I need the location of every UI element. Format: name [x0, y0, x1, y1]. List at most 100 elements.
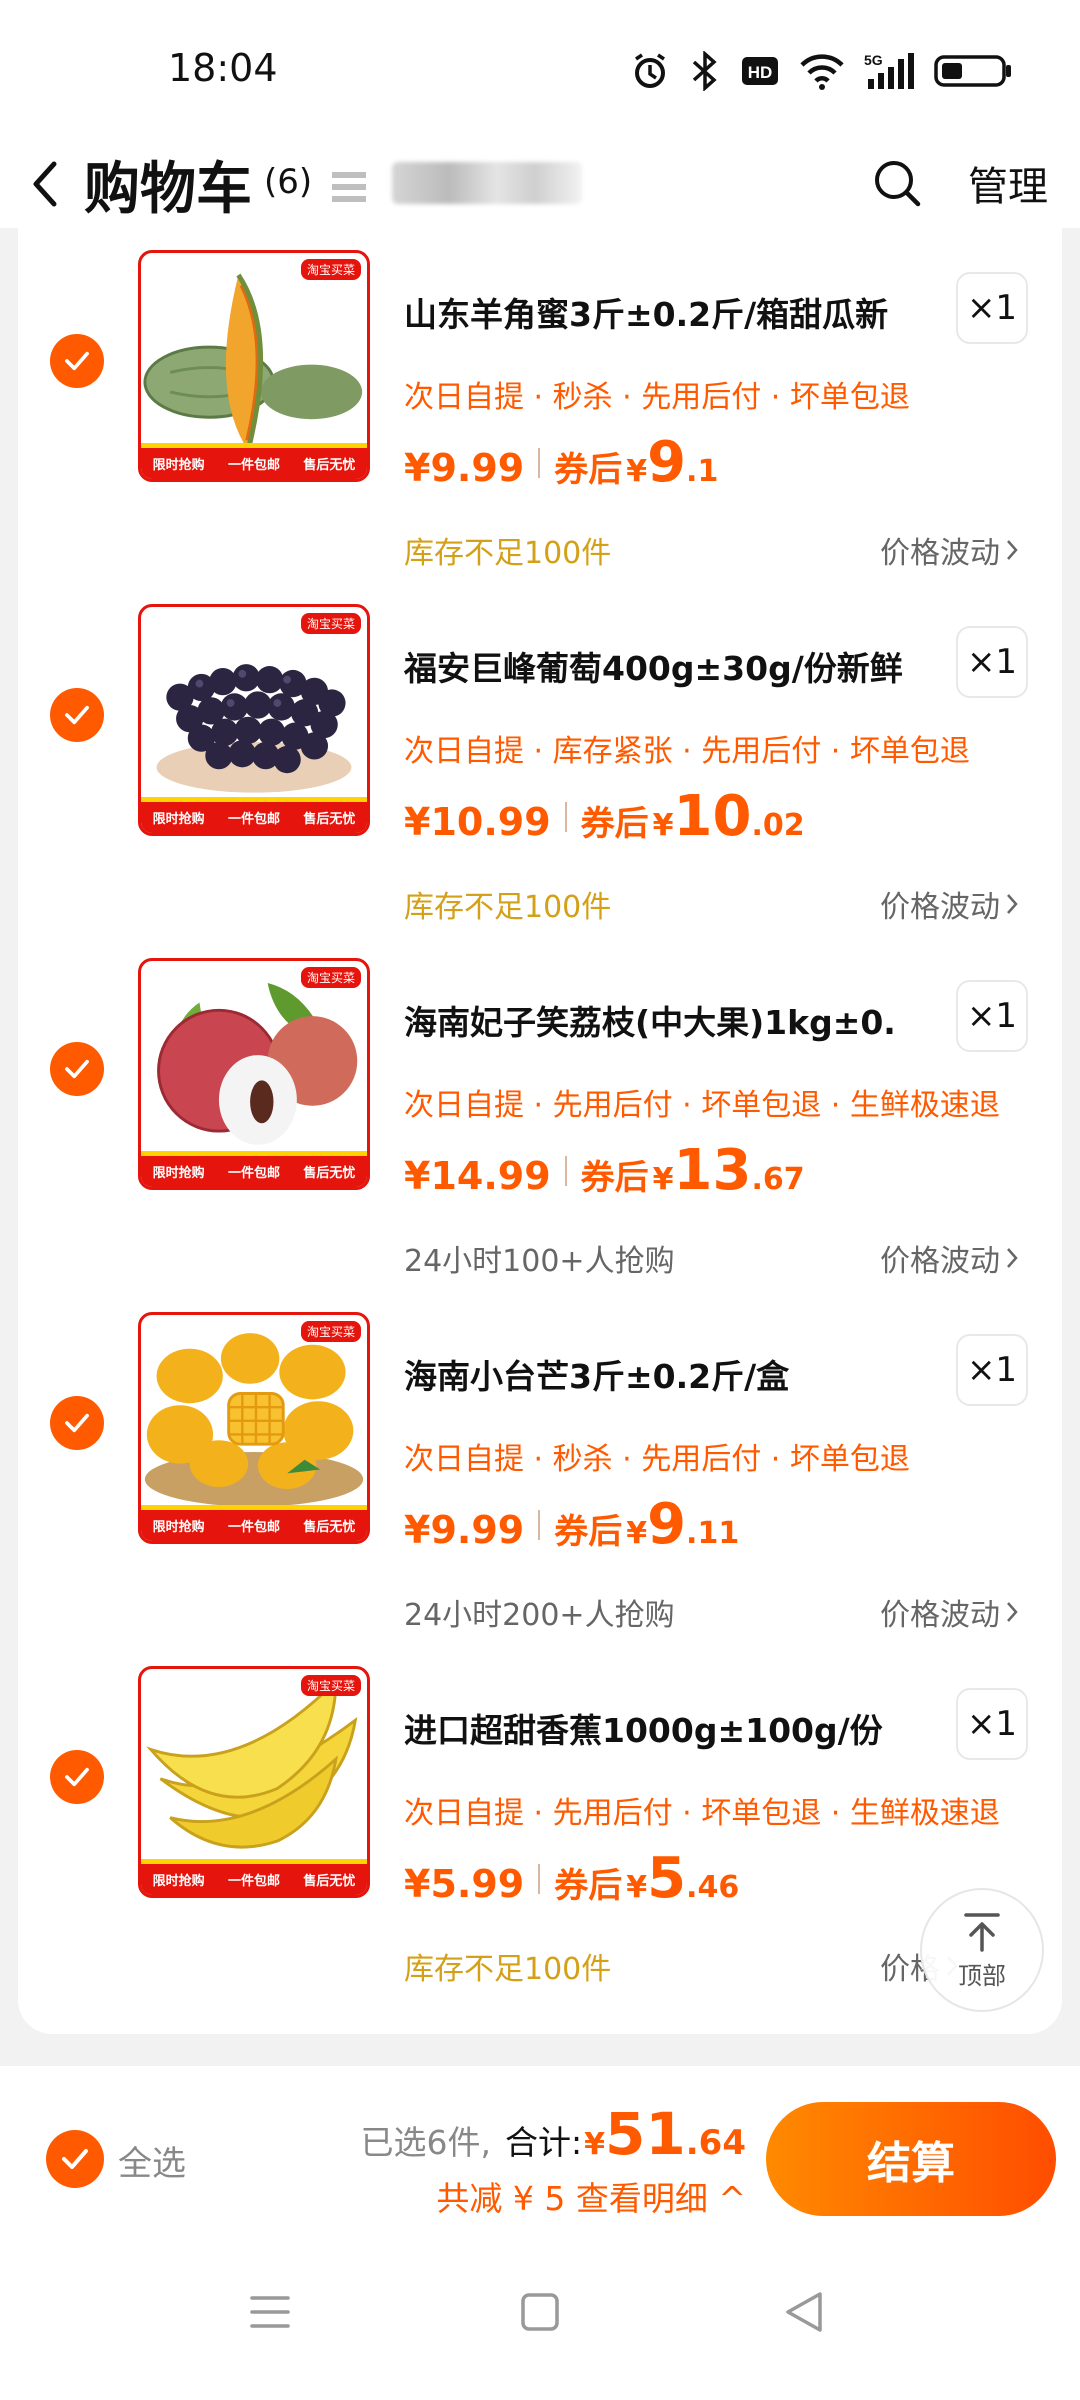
network-text: 5G [864, 52, 883, 68]
quantity-button[interactable]: ×1 [956, 980, 1028, 1052]
cart-item[interactable]: 淘宝买菜 限时抢购 一件包邮 售后无忧 福安巨峰葡萄400g±30g/份新鲜 ×1 次日自提… [18, 600, 1062, 960]
price-row: ¥14.99 券后 ¥13.67 [404, 1138, 805, 1203]
product-image[interactable]: 淘宝买菜 限时抢购 一件包邮 售后无忧 [138, 1312, 370, 1544]
back-button[interactable] [30, 152, 90, 216]
address-icon[interactable] [330, 168, 370, 206]
total-integer: 51 [605, 2100, 686, 2168]
product-image[interactable]: 淘宝买菜 限时抢购 一件包邮 售后无忧 [138, 958, 370, 1190]
coupon-price-decimal: .67 [751, 1162, 805, 1197]
promo-free-shipping: 一件包邮 [227, 458, 280, 473]
thumb-badge: 淘宝买菜 [300, 613, 361, 634]
coupon-currency: ¥ [626, 454, 648, 489]
coupon-label: 券后 [554, 1512, 623, 1552]
5g-signal-icon: 5G [864, 51, 916, 91]
product-image[interactable]: 淘宝买菜 限时抢购 一件包邮 售后无忧 [138, 604, 370, 836]
coupon-currency: ¥ [652, 1162, 674, 1197]
promo-free-shipping: 一件包邮 [227, 1520, 280, 1535]
check-icon [65, 1767, 89, 1787]
quantity-button[interactable]: ×1 [956, 626, 1028, 698]
thumb-promo-strip: 限时抢购 一件包邮 售后无忧 [141, 797, 367, 833]
item-checkbox[interactable] [50, 1396, 104, 1450]
price-fluctuation-label: 价格波动 [880, 1244, 1000, 1279]
back-to-top-label: 顶部 [958, 1961, 1006, 1990]
cart-item[interactable]: 淘宝买菜 限时抢购 一件包邮 售后无忧 山东羊角蜜3斤±0.2斤/箱甜瓜新 ×1 次日自提 … [18, 246, 1062, 606]
coupon-price-integer: 9 [647, 1492, 687, 1557]
product-note: 库存不足100件 [404, 536, 612, 571]
back-nav-button[interactable] [772, 2280, 836, 2344]
promo-flash: 限时抢购 [152, 1874, 205, 1889]
manage-button[interactable]: 管理 [968, 154, 1048, 212]
address-blurred[interactable] [392, 162, 582, 204]
thumb-badge: 淘宝买菜 [300, 1675, 361, 1696]
promo-aftersale: 售后无忧 [303, 1166, 356, 1181]
chevron-right-icon [1007, 1248, 1018, 1268]
price-fluctuation-link[interactable]: 价格波动 [880, 528, 1018, 572]
product-title[interactable]: 海南妃子笑荔枝(中大果)1kg±0. [404, 996, 924, 1044]
chevron-right-icon [1007, 540, 1018, 560]
item-checkbox[interactable] [50, 334, 104, 388]
coupon-price-decimal: .46 [686, 1870, 740, 1905]
item-checkbox[interactable] [50, 688, 104, 742]
price-divider [538, 447, 541, 478]
hd-text: HD [748, 63, 773, 82]
checkout-button[interactable]: 结算 [766, 2102, 1056, 2216]
cart-item[interactable]: 淘宝买菜 限时抢购 一件包邮 售后无忧 进口超甜香蕉1000g±100g/份 ×1 次日自提… [18, 1662, 1062, 2022]
menu-button[interactable] [238, 2280, 302, 2344]
coupon-currency: ¥ [626, 1870, 648, 1905]
price-row: ¥9.99 券后 ¥9.11 [404, 1492, 739, 1557]
price-divider [538, 1863, 541, 1894]
search-button[interactable] [872, 158, 922, 208]
product-title[interactable]: 福安巨峰葡萄400g±30g/份新鲜 [404, 642, 924, 690]
promo-flash: 限时抢购 [152, 1520, 205, 1535]
product-tags: 次日自提 · 秒杀 · 先用后付 · 坏单包退 [404, 380, 910, 415]
coupon-price-integer: 10 [673, 784, 752, 849]
quantity-button[interactable]: ×1 [956, 1688, 1028, 1760]
price-fluctuation-link[interactable]: 价格波动 [880, 1236, 1018, 1280]
select-all-checkbox[interactable] [46, 2130, 104, 2188]
promo-flash: 限时抢购 [152, 812, 205, 827]
product-title[interactable]: 山东羊角蜜3斤±0.2斤/箱甜瓜新 [404, 288, 924, 336]
chevron-left-icon [33, 161, 57, 207]
discount-detail-link[interactable]: 共减 ¥ 5 查看明细 ^ [361, 2172, 746, 2220]
promo-flash: 限时抢购 [152, 458, 205, 473]
coupon-label: 券后 [554, 450, 623, 490]
original-price: ¥10.99 [404, 800, 551, 844]
item-checkbox[interactable] [50, 1042, 104, 1096]
back-triangle-icon [786, 2292, 822, 2332]
check-icon [65, 351, 89, 371]
product-image[interactable]: 淘宝买菜 限时抢购 一件包邮 售后无忧 [138, 1666, 370, 1898]
product-tags: 次日自提 · 秒杀 · 先用后付 · 坏单包退 [404, 1442, 910, 1477]
system-nav-bar [0, 2224, 1080, 2400]
check-icon [65, 1413, 89, 1433]
home-button[interactable] [508, 2280, 572, 2344]
product-image[interactable]: 淘宝买菜 限时抢购 一件包邮 售后无忧 [138, 250, 370, 482]
promo-flash: 限时抢购 [152, 1166, 205, 1181]
price-divider [564, 1155, 567, 1186]
status-bar: 18:04 HD 5G [0, 0, 1080, 140]
checkout-bar: 全选 已选6件, 合计: ¥ 51 .64 共减 ¥ 5 查看明细 ^ 结算 [0, 2066, 1080, 2224]
price-divider [538, 1509, 541, 1540]
product-note: 24小时200+人抢购 [404, 1598, 675, 1633]
item-checkbox[interactable] [50, 1750, 104, 1804]
cart-item[interactable]: 淘宝买菜 限时抢购 一件包邮 售后无忧 海南妃子笑荔枝(中大果)1kg±0. ×1 次日自提… [18, 954, 1062, 1314]
cart-item[interactable]: 淘宝买菜 限时抢购 一件包邮 售后无忧 海南小台芒3斤±0.2斤/盒 ×1 次日自提 · 秒… [18, 1308, 1062, 1668]
price-fluctuation-link[interactable]: 价格波动 [880, 1590, 1018, 1634]
promo-free-shipping: 一件包邮 [227, 812, 280, 827]
order-summary: 已选6件, 合计: ¥ 51 .64 共减 ¥ 5 查看明细 ^ [361, 2100, 746, 2220]
thumb-badge: 淘宝买菜 [300, 259, 361, 280]
product-title[interactable]: 海南小台芒3斤±0.2斤/盒 [404, 1350, 924, 1398]
quantity-button[interactable]: ×1 [956, 272, 1028, 344]
cart-count: (6) [264, 162, 313, 202]
thumb-promo-strip: 限时抢购 一件包邮 售后无忧 [141, 1151, 367, 1187]
alarm-icon [630, 51, 670, 91]
original-price: ¥9.99 [404, 446, 525, 490]
price-fluctuation-link[interactable]: 价格波动 [880, 882, 1018, 926]
select-all-label[interactable]: 全选 [118, 2136, 186, 2185]
bluetooth-icon [688, 51, 722, 91]
total-currency: ¥ [584, 2127, 606, 2162]
quantity-button[interactable]: ×1 [956, 1334, 1028, 1406]
coupon-price-decimal: .11 [686, 1516, 740, 1551]
product-title[interactable]: 进口超甜香蕉1000g±100g/份 [404, 1704, 924, 1752]
back-to-top-button[interactable]: 顶部 [920, 1888, 1044, 2012]
product-tags: 次日自提 · 先用后付 · 坏单包退 · 生鲜极速退 [404, 1796, 1000, 1831]
